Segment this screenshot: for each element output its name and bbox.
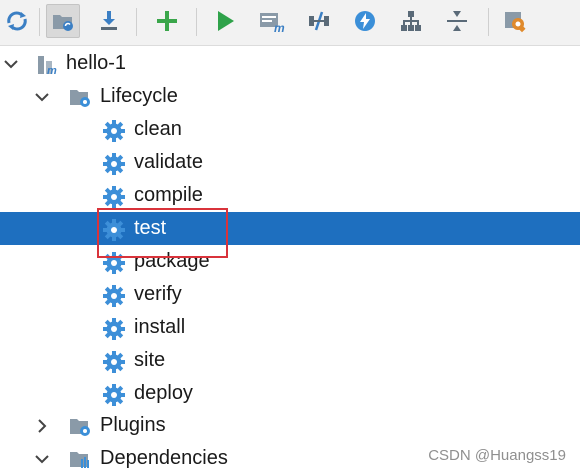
lifecycle-phase-package[interactable]: package bbox=[0, 245, 580, 278]
phase-label: clean bbox=[134, 118, 182, 140]
chevron-down-icon[interactable] bbox=[34, 89, 50, 105]
add-project-button[interactable] bbox=[150, 4, 184, 38]
folder-library-icon bbox=[70, 452, 89, 468]
gear-icon bbox=[102, 218, 126, 241]
toolbar-separator bbox=[39, 8, 40, 36]
lifecycle-phase-deploy[interactable]: deploy bbox=[0, 377, 580, 410]
project-label: hello-1 bbox=[66, 52, 127, 74]
lifecycle-phase-validate[interactable]: validate bbox=[0, 146, 580, 179]
toolbar-separator bbox=[196, 8, 197, 36]
phase-label: package bbox=[134, 250, 210, 272]
phase-label: site bbox=[134, 349, 166, 371]
toolbar-separator bbox=[136, 8, 137, 36]
svg-text:m: m bbox=[47, 65, 57, 75]
execute-goal-button[interactable]: m bbox=[254, 4, 288, 38]
tree-node-plugins[interactable]: Plugins bbox=[0, 409, 580, 442]
folder-gear-icon bbox=[70, 90, 90, 107]
phase-label: deploy bbox=[134, 382, 193, 404]
gear-icon bbox=[102, 152, 126, 175]
maven-module-icon: m bbox=[38, 56, 57, 75]
folder-gear-icon bbox=[70, 419, 90, 436]
toolbar-separator bbox=[488, 8, 489, 36]
toggle-offline-icon bbox=[309, 11, 329, 31]
show-dependencies-icon bbox=[401, 11, 421, 31]
phase-label: test bbox=[134, 217, 167, 239]
lifecycle-phase-install[interactable]: install bbox=[0, 311, 580, 344]
generate-sources-button[interactable] bbox=[46, 4, 80, 38]
lifecycle-phase-clean[interactable]: clean bbox=[0, 113, 580, 146]
reimport-button[interactable] bbox=[0, 4, 34, 38]
lifecycle-phase-site[interactable]: site bbox=[0, 344, 580, 377]
tree-node-lifecycle[interactable]: Lifecycle bbox=[0, 80, 580, 113]
lifecycle-label: Lifecycle bbox=[100, 85, 178, 107]
skip-tests-button[interactable] bbox=[348, 4, 382, 38]
svg-text:m: m bbox=[274, 21, 285, 34]
show-dependencies-button[interactable] bbox=[394, 4, 428, 38]
collapse-all-button[interactable] bbox=[440, 4, 474, 38]
lifecycle-phase-compile[interactable]: compile bbox=[0, 179, 580, 212]
maven-toolbar: m bbox=[0, 0, 580, 46]
execute-goal-icon: m bbox=[260, 13, 285, 34]
gear-icon bbox=[102, 119, 126, 142]
run-button[interactable] bbox=[208, 4, 242, 38]
watermark: CSDN @Huangss19 bbox=[428, 447, 566, 464]
phase-label: validate bbox=[134, 151, 203, 173]
gear-icon bbox=[102, 317, 126, 340]
chevron-down-icon[interactable] bbox=[3, 56, 19, 72]
chevron-right-icon[interactable] bbox=[34, 418, 50, 434]
toggle-offline-button[interactable] bbox=[302, 4, 336, 38]
lifecycle-phase-test[interactable]: test bbox=[0, 212, 580, 245]
gear-icon bbox=[102, 383, 126, 406]
gear-icon bbox=[102, 251, 126, 274]
download-icon bbox=[101, 11, 117, 30]
chevron-down-icon[interactable] bbox=[34, 451, 50, 467]
gear-icon bbox=[102, 350, 126, 373]
gear-icon bbox=[102, 284, 126, 307]
maven-settings-button[interactable] bbox=[498, 4, 532, 38]
lifecycle-phase-verify[interactable]: verify bbox=[0, 278, 580, 311]
tree-node-project[interactable]: m hello-1 bbox=[0, 47, 580, 80]
generate-sources-icon bbox=[53, 15, 73, 31]
dependencies-label: Dependencies bbox=[100, 447, 228, 469]
download-sources-button[interactable] bbox=[92, 4, 126, 38]
settings-icon bbox=[505, 12, 526, 33]
phase-label: verify bbox=[134, 283, 182, 305]
collapse-all-icon bbox=[447, 11, 467, 31]
gear-icon bbox=[102, 185, 126, 208]
run-icon bbox=[218, 11, 234, 31]
add-icon bbox=[157, 11, 177, 31]
skip-tests-icon bbox=[355, 11, 375, 31]
reimport-icon bbox=[7, 11, 27, 31]
phase-label: compile bbox=[134, 184, 203, 206]
plugins-label: Plugins bbox=[100, 414, 166, 436]
phase-label: install bbox=[134, 316, 186, 338]
